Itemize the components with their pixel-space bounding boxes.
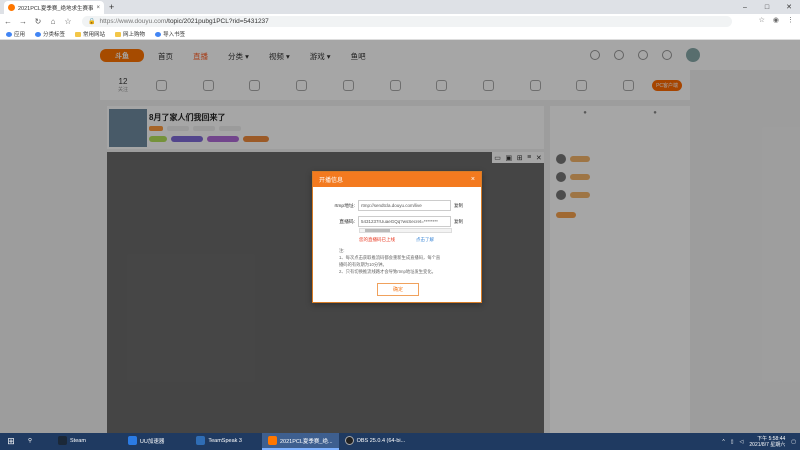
tab-close-icon[interactable]: × — [96, 5, 100, 11]
steam-icon — [58, 436, 67, 445]
window-controls: – □ ✕ — [734, 0, 800, 14]
scrollbar-thumb[interactable] — [365, 229, 390, 232]
stream-key-label: 直播码: — [339, 220, 355, 225]
tray-up-icon[interactable]: ^ — [722, 439, 724, 445]
minimize-button[interactable]: – — [734, 0, 756, 14]
taskbar-item-obs[interactable]: OBS 25.0.4 (64-bi... — [339, 433, 412, 450]
dialog-title: 开播信息 — [319, 178, 344, 184]
taskbar-item-teamspeak[interactable]: TeamSpeak 3 — [190, 433, 248, 450]
profile-icon[interactable]: ◉ — [773, 16, 779, 24]
bookmark-icon[interactable]: ☆ — [759, 16, 765, 24]
url-text: https://www.douyu.com/topic/2021pubg1PCL… — [99, 18, 269, 25]
reload-icon[interactable]: ↻ — [34, 17, 42, 26]
address-bar[interactable]: 🔒 https://www.douyu.com/topic/2021pubg1P… — [82, 16, 732, 27]
bookmark-common-sites[interactable]: 常用网站 — [75, 30, 105, 38]
lock-icon: 🔒 — [88, 19, 96, 25]
stream-key-row: 直播码: 5431237rUuaeGQq?wsSecret=******** 复… — [319, 216, 463, 227]
start-button[interactable]: ⊞ — [0, 433, 22, 450]
bookmark-apps[interactable]: 应用 — [6, 30, 25, 38]
copy-key-button[interactable]: 复制 — [454, 219, 463, 225]
apps-icon — [6, 31, 12, 37]
browser-tab[interactable]: 2021PCL夏季赛_绝地求生赛事 × — [4, 1, 104, 14]
taskbar-item-uu[interactable]: UU加速器 — [122, 433, 170, 450]
system-tray: ^ ▯ ◁ 下午 5:58:44 2021/8/7 星期六 ▢ — [722, 433, 796, 450]
note-line: 1、每次点击获取推流码都会重新生成直播码，每个直 — [339, 255, 441, 260]
new-tab-button[interactable]: + — [109, 2, 114, 12]
teamspeak-icon — [196, 436, 206, 445]
category-icon — [35, 31, 42, 37]
search-icon[interactable]: ⚲ — [22, 433, 52, 450]
bookmark-category[interactable]: 分类标签 — [35, 30, 65, 38]
note-line: 播码的有效期为10分钟。 — [339, 262, 387, 267]
folder-icon — [75, 31, 82, 37]
import-icon — [155, 31, 162, 37]
rtmp-row: rtmp地址: rtmp://sendtcla.douyu.com/live 复… — [319, 200, 463, 211]
note-line: 2、只有切换推流线路才会导致rtmp地址发生变化。 — [339, 269, 436, 274]
stream-key-field[interactable]: 5431237rUuaeGQq?wsSecret=******** — [358, 216, 451, 227]
rtmp-address-field[interactable]: rtmp://sendtcla.douyu.com/live — [358, 200, 451, 211]
uu-icon — [127, 436, 137, 445]
douyu-favicon-icon — [8, 4, 15, 11]
taskbar-item-browser[interactable]: 2021PCL夏季赛_绝... — [262, 433, 339, 450]
confirm-button[interactable]: 确定 — [377, 283, 419, 296]
rtmp-label: rtmp地址: — [334, 204, 355, 209]
dialog-notes: 注: 1、每次点击获取推流码都会重新生成直播码，每个直 播码的有效期为10分钟。… — [339, 247, 440, 275]
stream-key-scrollbar[interactable] — [359, 228, 452, 233]
menu-icon[interactable]: ⋮ — [787, 16, 794, 24]
taskbar-item-steam[interactable]: Steam — [52, 433, 92, 450]
dialog-close-icon[interactable]: × — [471, 176, 475, 183]
stream-info-dialog: 开播信息 × rtmp地址: rtmp://sendtcla.douyu.com… — [312, 171, 482, 303]
help-link[interactable]: 点击了解 — [416, 237, 434, 243]
windows-taskbar: ⊞ ⚲ Steam UU加速器 TeamSpeak 3 2021PCL夏季赛_绝… — [0, 433, 800, 450]
back-arrow-icon[interactable]: ← — [4, 17, 12, 26]
network-icon[interactable]: ▯ — [731, 439, 734, 445]
maximize-button[interactable]: □ — [756, 0, 778, 14]
stream-key-warning: 您的直播码已上线 — [359, 237, 395, 242]
tab-title: 2021PCL夏季赛_绝地求生赛事 — [18, 5, 94, 12]
bookmark-star-icon[interactable]: ☆ — [64, 17, 72, 26]
obs-icon — [344, 436, 354, 445]
bookmark-shopping[interactable]: 网上购物 — [115, 30, 145, 38]
bookmarks-bar: 应用 分类标签 常用网站 网上购物 导入书签 — [0, 29, 800, 40]
forward-arrow-icon[interactable]: → — [19, 17, 27, 26]
volume-icon[interactable]: ◁ — [740, 439, 744, 445]
bookmark-import[interactable]: 导入书签 — [155, 30, 185, 38]
note-line: 注: — [339, 248, 345, 253]
close-window-button[interactable]: ✕ — [778, 0, 800, 14]
copy-rtmp-button[interactable]: 复制 — [454, 203, 463, 209]
dialog-header: 开播信息 × — [313, 172, 481, 187]
folder-icon — [115, 31, 122, 37]
clock[interactable]: 下午 5:58:44 2021/8/7 星期六 — [749, 436, 785, 448]
home-icon[interactable]: ⌂ — [49, 17, 57, 26]
browser-icon — [268, 436, 277, 445]
toolbar-right: ☆ ◉ ⋮ — [759, 16, 794, 24]
notification-icon[interactable]: ▢ — [791, 439, 796, 445]
browser-tab-strip: 2021PCL夏季赛_绝地求生赛事 × + – □ ✕ — [0, 0, 800, 14]
address-toolbar: ← → ↻ ⌂ ☆ 🔒 https://www.douyu.com/topic/… — [0, 14, 800, 29]
